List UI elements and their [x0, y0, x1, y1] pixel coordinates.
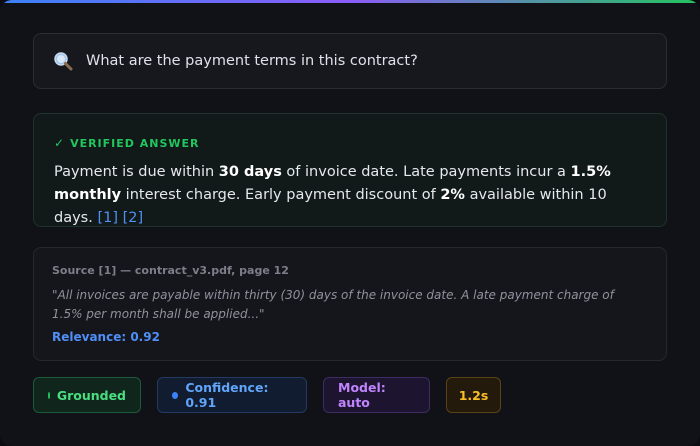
answer-card: ✓ VERIFIED ANSWER Payment is due within … [33, 113, 667, 227]
model-badge: Model: auto [323, 377, 430, 413]
search-input[interactable]: What are the payment terms in this contr… [33, 33, 667, 89]
answer-part: Payment is due within [54, 164, 219, 180]
grounded-label: Grounded [56, 387, 126, 403]
answer-highlight: 2% [440, 187, 465, 203]
check-icon: ✓ [54, 136, 66, 150]
relevance-score: Relevance: 0.92 [52, 330, 160, 344]
answer-text: Payment is due within 30 days of invoice… [54, 161, 646, 230]
grounded-badge: Grounded [33, 377, 141, 413]
status-dot-icon [48, 391, 50, 399]
confidence-badge: Confidence: 0.91 [157, 377, 307, 413]
answer-highlight: 30 days [218, 164, 282, 180]
answer-part: interest charge. Early payment discount … [121, 187, 441, 203]
search-query: What are the payment terms in this contr… [86, 53, 418, 69]
confidence-label: Confidence: 0.91 [185, 380, 269, 410]
verified-label-text: VERIFIED ANSWER [70, 136, 200, 150]
latency-label: 1.2s [458, 387, 489, 403]
citation-link-1[interactable]: [1] [97, 210, 118, 226]
answer-part: of invoice date. Late payments incur a [281, 164, 571, 180]
model-label: Model: auto [338, 380, 386, 410]
verified-label: ✓ VERIFIED ANSWER [54, 136, 646, 150]
latency-badge: 1.2s [446, 377, 501, 413]
search-icon [52, 50, 74, 72]
citation-link-2[interactable]: [2] [123, 210, 144, 226]
app-frame: What are the payment terms in this contr… [0, 0, 700, 446]
status-dot-icon [172, 391, 179, 399]
source-quote: "All invoices are payable within thirty … [52, 288, 614, 321]
source-card[interactable]: Source [1] — contract_v3.pdf, page 12 "A… [33, 247, 667, 361]
accent-bar [0, 0, 700, 3]
source-header: Source [1] — contract_v3.pdf, page 12 [52, 264, 289, 277]
